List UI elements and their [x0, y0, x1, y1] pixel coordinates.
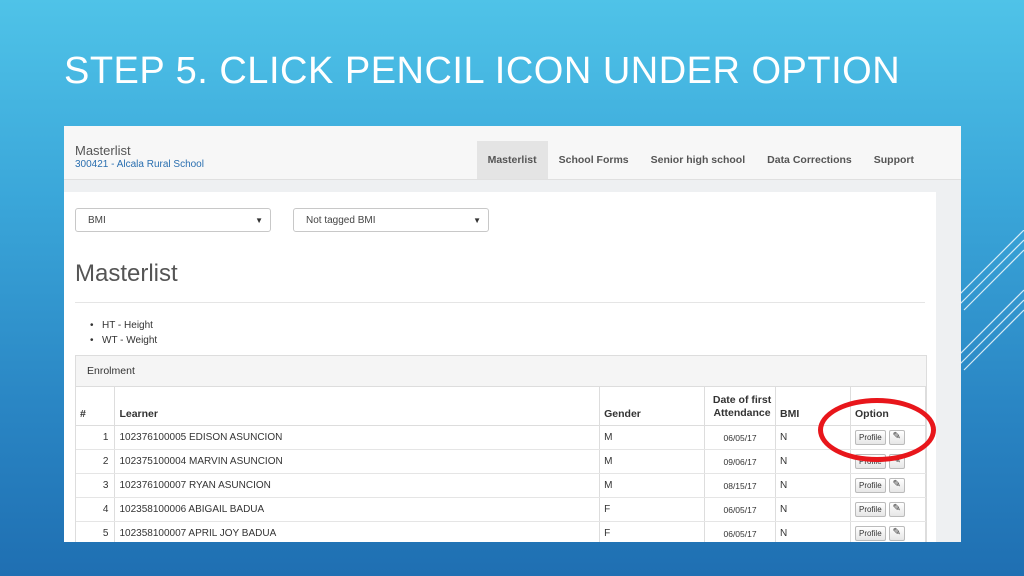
row-options: Profile ✎: [850, 473, 927, 498]
row-gender: F: [599, 521, 706, 542]
col-header-gender: Gender: [599, 387, 706, 426]
content-area: BMI ▼ Not tagged BMI ▼ Masterlist • HT - …: [64, 180, 961, 542]
legend-item: • HT - Height: [90, 320, 153, 331]
main-panel: BMI ▼ Not tagged BMI ▼ Masterlist • HT - …: [64, 192, 936, 542]
filter-select-type[interactable]: BMI ▼: [75, 208, 271, 232]
nav-support[interactable]: Support: [863, 141, 925, 179]
filter-select-type-value: BMI: [88, 215, 106, 226]
row-options: Profile ✎: [850, 497, 927, 522]
row-num: 3: [76, 473, 116, 498]
nav-masterlist[interactable]: Masterlist: [476, 141, 548, 179]
row-gender: M: [599, 425, 706, 450]
pencil-icon[interactable]: ✎: [888, 502, 905, 517]
pencil-icon[interactable]: ✎: [888, 478, 905, 493]
row-date: 06/05/17: [704, 521, 777, 542]
nav-data-corrections[interactable]: Data Corrections: [756, 141, 863, 179]
pencil-icon[interactable]: ✎: [888, 526, 905, 541]
row-date: 09/06/17: [704, 449, 777, 474]
page-heading: Masterlist: [75, 260, 178, 287]
row-learner: 102358100007 APRIL JOY BADUA: [114, 521, 601, 542]
row-options: Profile ✎: [850, 521, 927, 542]
table-row: 2 102375100004 MARVIN ASUNCION M 09/06/1…: [76, 449, 927, 474]
row-num: 2: [76, 449, 116, 474]
caret-down-icon: ▼: [473, 216, 481, 225]
divider: [75, 302, 925, 303]
table-row: 1 102376100005 EDISON ASUNCION M 06/05/1…: [76, 425, 927, 450]
brand[interactable]: Masterlist 300421 - Alcala Rural School: [75, 143, 204, 170]
nav-senior-high-school[interactable]: Senior high school: [640, 141, 757, 179]
top-navbar: Masterlist 300421 - Alcala Rural School …: [64, 126, 961, 180]
row-gender: M: [599, 473, 706, 498]
table-row: 3 102376100007 RYAN ASUNCION M 08/15/17 …: [76, 473, 927, 498]
row-num: 5: [76, 521, 116, 542]
legend-item: • WT - Weight: [90, 335, 158, 346]
row-date: 06/05/17: [704, 425, 777, 450]
decorative-lines: [954, 230, 1024, 371]
table-row: 5 102358100007 APRIL JOY BADUA F 06/05/1…: [76, 521, 927, 542]
school-link[interactable]: 300421 - Alcala Rural School: [75, 159, 204, 170]
row-date: 06/05/17: [704, 497, 777, 522]
col-header-num: #: [76, 387, 116, 426]
legend-list: • HT - Height • WT - Weight: [90, 320, 157, 350]
col-header-date: Date of first Attendance: [704, 387, 777, 426]
row-bmi: N: [775, 497, 851, 522]
row-gender: M: [599, 449, 706, 474]
app-screenshot: Masterlist 300421 - Alcala Rural School …: [64, 126, 961, 542]
row-learner: 102376100005 EDISON ASUNCION: [114, 425, 601, 450]
table-row: 4 102358100006 ABIGAIL BADUA F 06/05/17 …: [76, 497, 927, 522]
profile-button[interactable]: Profile: [854, 502, 886, 517]
enrolment-panel: Enrolment # Learner Gender Date of first…: [75, 355, 927, 542]
row-bmi: N: [775, 521, 851, 542]
enrolment-panel-title: Enrolment: [76, 356, 926, 387]
slide-title: STEP 5. CLICK PENCIL ICON UNDER OPTION: [64, 50, 901, 92]
row-learner: 102376100007 RYAN ASUNCION: [114, 473, 601, 498]
brand-title: Masterlist: [75, 143, 131, 158]
highlight-circle: [818, 398, 936, 462]
caret-down-icon: ▼: [255, 216, 263, 225]
row-gender: F: [599, 497, 706, 522]
filter-select-status[interactable]: Not tagged BMI ▼: [293, 208, 489, 232]
row-bmi: N: [775, 473, 851, 498]
profile-button[interactable]: Profile: [854, 526, 886, 541]
profile-button[interactable]: Profile: [854, 478, 886, 493]
row-num: 1: [76, 425, 116, 450]
row-num: 4: [76, 497, 116, 522]
nav-school-forms[interactable]: School Forms: [548, 141, 640, 179]
row-learner: 102358100006 ABIGAIL BADUA: [114, 497, 601, 522]
filter-select-status-value: Not tagged BMI: [306, 215, 376, 226]
learners-table: # Learner Gender Date of first Attendance…: [76, 387, 927, 542]
row-learner: 102375100004 MARVIN ASUNCION: [114, 449, 601, 474]
col-header-learner: Learner: [114, 387, 601, 426]
main-nav: Masterlist School Forms Senior high scho…: [476, 141, 925, 179]
row-date: 08/15/17: [704, 473, 777, 498]
